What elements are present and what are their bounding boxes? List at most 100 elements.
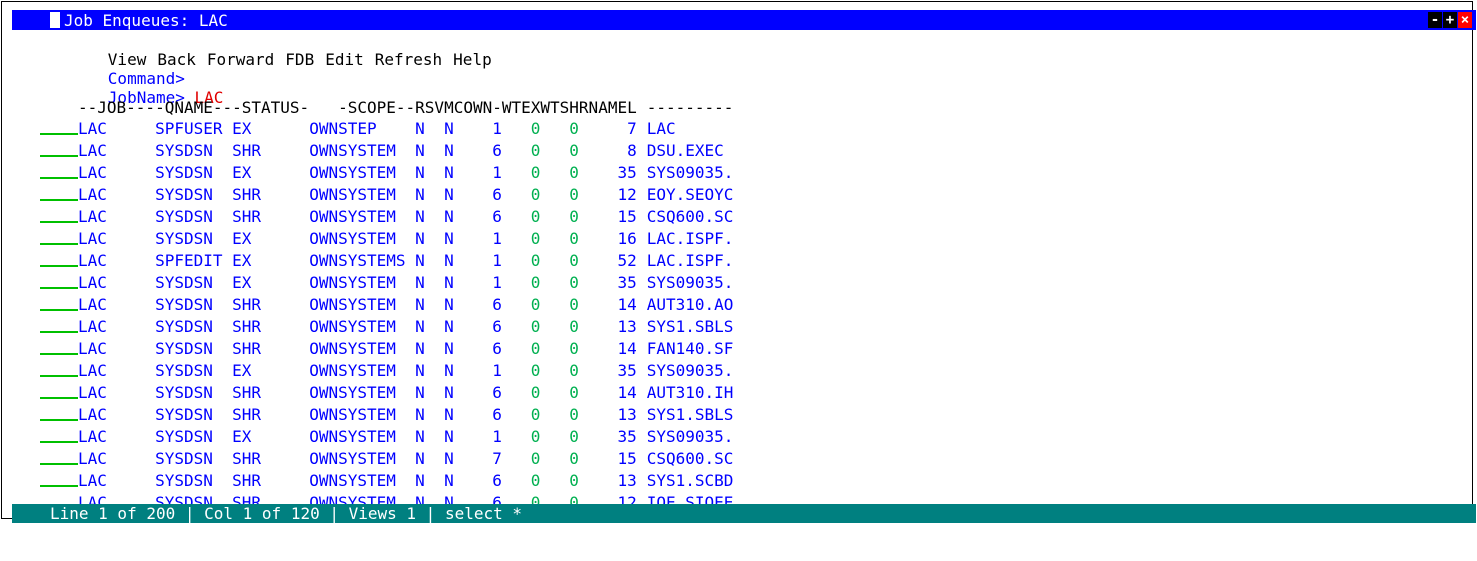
table-cell: 13 — [617, 316, 637, 336]
row-select-input[interactable] — [40, 405, 78, 421]
table-cell: SYSDSN — [155, 184, 213, 204]
table-cell: 0 — [530, 184, 541, 204]
table-row[interactable]: LAC SYSDSN SHR OWN SYSTEM N N 6 0 0 13 SYS1.SBLS — [40, 403, 733, 425]
command-input[interactable] — [185, 69, 485, 85]
header-rsv[interactable]: RSV — [415, 98, 444, 117]
table-cell: N — [415, 316, 425, 336]
header-mc[interactable]: MC — [444, 98, 463, 117]
table-cell: 0 — [530, 338, 541, 358]
row-select-input[interactable] — [40, 427, 78, 443]
row-select-input[interactable] — [40, 141, 78, 157]
header-rname[interactable]: --------- — [637, 98, 734, 117]
table-cell: 6 — [492, 140, 502, 160]
table-row[interactable]: LAC SYSDSN SHR OWN SYSTEM N N 6 0 0 15 CSQ600.SC — [40, 205, 733, 227]
table-row[interactable]: LAC SYSDSN SHR OWN SYSTEM N N 6 0 0 12 EOY.SEOYC — [40, 183, 733, 205]
table-row[interactable]: LAC SYSDSN EX OWN SYSTEM N N 1 0 0 35 SYS09035. — [40, 425, 733, 447]
row-select-input[interactable] — [40, 229, 78, 245]
table-row[interactable]: LAC SPFEDIT EX OWN SYSTEMS N N 1 0 0 52 LAC.ISPF. — [40, 249, 733, 271]
table-cell: SYS1.SBLS — [646, 316, 734, 336]
row-select-field[interactable] — [40, 359, 78, 381]
row-select-field[interactable] — [40, 249, 78, 271]
table-cell: 0 — [530, 316, 541, 336]
row-select-field[interactable] — [40, 315, 78, 337]
table-cell: SYSDSN — [155, 382, 213, 402]
header-job[interactable]: --JOB--- — [78, 98, 155, 117]
table-cell: N — [444, 272, 454, 292]
table-row[interactable]: LAC SYSDSN EX OWN SYSTEM N N 1 0 0 35 SYS09035. — [40, 161, 733, 183]
header-own[interactable]: OWN- — [463, 98, 502, 117]
table-cell: SYSTEMS — [338, 250, 406, 270]
table-cell: N — [415, 140, 425, 160]
row-select-input[interactable] — [40, 317, 78, 333]
row-select-input[interactable] — [40, 185, 78, 201]
table-cell: 0 — [569, 140, 579, 160]
table-row[interactable]: LAC SYSDSN EX OWN SYSTEM N N 1 0 0 35 SYS09035. — [40, 359, 733, 381]
row-select-field[interactable] — [40, 469, 78, 491]
table-cell: OWN — [309, 140, 339, 160]
row-select-field[interactable] — [40, 403, 78, 425]
table-cell: SHR — [232, 184, 262, 204]
header-wtsh[interactable]: WTSH — [540, 98, 579, 117]
row-select-input[interactable] — [40, 207, 78, 223]
row-select-input[interactable] — [40, 119, 78, 135]
table-row[interactable]: LAC SYSDSN SHR OWN SYSTEM N N 6 0 0 13 SYS1.SBLS — [40, 315, 733, 337]
row-select-input[interactable] — [40, 273, 78, 289]
header-qname[interactable]: -QNAME-- — [155, 98, 232, 117]
row-select-field[interactable] — [40, 337, 78, 359]
table-cell: 0 — [530, 294, 541, 314]
table-row[interactable]: LAC SYSDSN SHR OWN SYSTEM N N 6 0 0 14 AUT310.IH — [40, 381, 733, 403]
row-select-input[interactable] — [40, 449, 78, 465]
row-select-field[interactable] — [40, 227, 78, 249]
system-menu-icon[interactable] — [50, 12, 60, 28]
row-select-input[interactable] — [40, 339, 78, 355]
table-row[interactable]: LAC SYSDSN SHR OWN SYSTEM N N 6 0 0 8 DSU.EXEC — [40, 139, 733, 161]
table-row[interactable]: LAC SYSDSN SHR OWN SYSTEM N N 6 0 0 13 SYS1.SCBD — [40, 469, 733, 491]
table-cell: SYSDSN — [155, 316, 213, 336]
table-cell: 0 — [530, 162, 541, 182]
table-cell: LAC — [78, 118, 107, 138]
table-row[interactable]: LAC SYSDSN SHR OWN SYSTEM N N 6 0 0 14 FAN140.SF — [40, 337, 733, 359]
header-wtex[interactable]: WTEX — [502, 98, 541, 117]
header-rnamel[interactable]: RNAMEL — [579, 98, 637, 117]
row-select-field[interactable] — [40, 447, 78, 469]
table-cell: SYSTEM — [338, 228, 396, 248]
table-cell: OWN — [309, 404, 339, 424]
table-cell: 0 — [569, 272, 579, 292]
table-cell: 0 — [569, 184, 579, 204]
row-select-field[interactable] — [40, 117, 78, 139]
table-cell: SHR — [232, 294, 262, 314]
table-cell: N — [415, 118, 425, 138]
table-cell: 35 — [617, 272, 637, 292]
table-cell: N — [415, 272, 425, 292]
table-cell: 0 — [569, 206, 579, 226]
row-select-field[interactable] — [40, 161, 78, 183]
table-row[interactable]: LAC SYSDSN EX OWN SYSTEM N N 1 0 0 35 SYS09035. — [40, 271, 733, 293]
table-cell: SYS09035. — [646, 162, 734, 182]
row-select-input[interactable] — [40, 471, 78, 487]
header-status[interactable]: -STATUS- — [232, 98, 309, 117]
row-select-input[interactable] — [40, 383, 78, 399]
row-select-input[interactable] — [40, 361, 78, 377]
table-row[interactable]: LAC SYSDSN EX OWN SYSTEM N N 1 0 0 16 LAC.ISPF. — [40, 227, 733, 249]
row-select-field[interactable] — [40, 425, 78, 447]
maximize-icon[interactable]: + — [1443, 12, 1457, 28]
row-select-field[interactable] — [40, 293, 78, 315]
table-cell: N — [444, 140, 454, 160]
minimize-icon[interactable]: - — [1428, 12, 1442, 28]
row-select-input[interactable] — [40, 295, 78, 311]
row-select-field[interactable] — [40, 139, 78, 161]
table-row[interactable]: LAC SYSDSN SHR OWN SYSTEM N N 6 0 0 14 AUT310.AO — [40, 293, 733, 315]
row-select-input[interactable] — [40, 163, 78, 179]
row-select-input[interactable] — [40, 251, 78, 267]
row-select-field[interactable] — [40, 381, 78, 403]
table-row[interactable]: LAC SYSDSN SHR OWN SYSTEM N N 7 0 0 15 CSQ600.SC — [40, 447, 733, 469]
table-cell: OWN — [309, 250, 339, 270]
header-scope[interactable]: -SCOPE-- — [338, 98, 415, 117]
row-select-field[interactable] — [40, 183, 78, 205]
row-select-field[interactable] — [40, 205, 78, 227]
table-cell: N — [444, 206, 454, 226]
table-cell: N — [415, 382, 425, 402]
table-row[interactable]: LAC SPFUSER EX OWN STEP N N 1 0 0 7 LAC — [40, 117, 733, 139]
row-select-field[interactable] — [40, 271, 78, 293]
close-icon[interactable]: × — [1458, 12, 1472, 28]
